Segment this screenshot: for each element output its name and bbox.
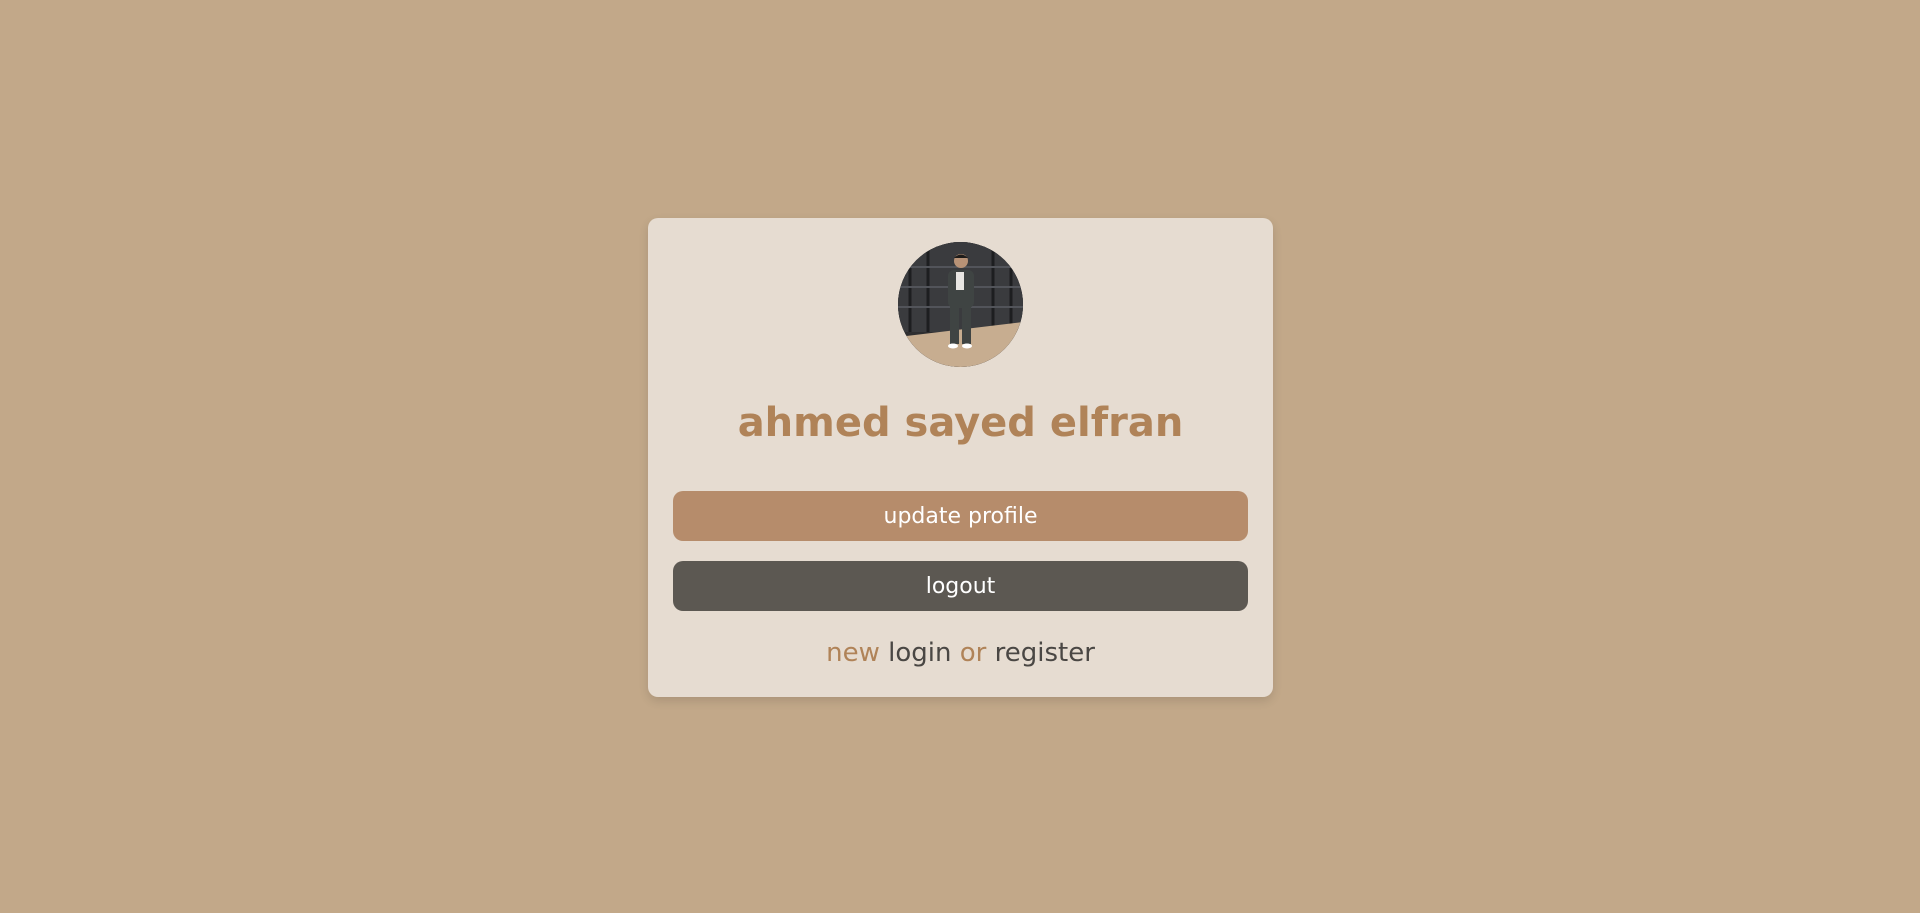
avatar-image	[898, 242, 1023, 367]
avatar	[898, 242, 1023, 367]
update-profile-button[interactable]: update profile	[673, 491, 1248, 541]
register-link[interactable]: register	[995, 638, 1095, 668]
new-label: new	[826, 638, 880, 668]
logout-button[interactable]: logout	[673, 561, 1248, 611]
or-label: or	[959, 638, 987, 668]
auth-links: new login or register	[648, 638, 1273, 668]
login-link[interactable]: login	[888, 638, 951, 668]
user-name: ahmed sayed elfran	[737, 400, 1184, 446]
profile-card: ahmed sayed elfran update profile logout…	[648, 218, 1273, 697]
